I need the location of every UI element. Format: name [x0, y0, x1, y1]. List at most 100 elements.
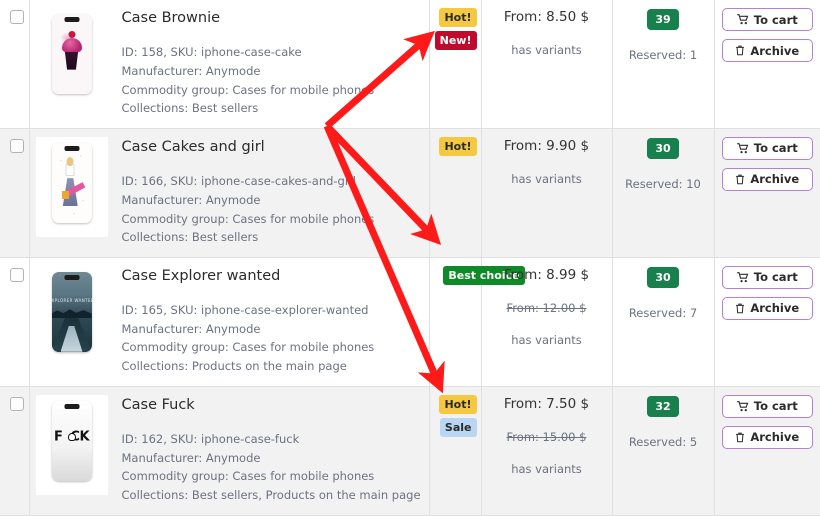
phone-case-image: [51, 14, 92, 94]
label-badge[interactable]: New!: [434, 31, 477, 50]
product-thumbnail[interactable]: F CK: [35, 394, 108, 495]
artwork-detail: [66, 157, 74, 167]
row-select-cell: [0, 0, 30, 129]
camera-icon: [64, 145, 79, 151]
current-price: From: 8.99 $: [503, 266, 590, 283]
product-id-sku: ID: 165, SKU: iphone-case-explorer-wante…: [121, 303, 369, 318]
stock-badge: 30: [647, 266, 679, 288]
product-title[interactable]: Case Cakes and girl: [122, 139, 425, 156]
reserved-count: Reserved: 7: [628, 305, 698, 320]
product-id-sku: ID: 162, SKU: iphone-case-fuck: [121, 432, 300, 447]
archive-button[interactable]: Archive: [721, 39, 813, 62]
reserved-count: Reserved: 10: [625, 176, 701, 191]
archive-button[interactable]: Archive: [721, 296, 813, 320]
product-thumbnail[interactable]: [35, 136, 108, 237]
product-artwork: F CK: [51, 400, 92, 481]
table-row: Case Cakes and girl ID: 166, SKU: iphone-…: [0, 128, 820, 258]
artwork-detail: EXPLORER WANTED: [51, 298, 92, 304]
cart-icon: [736, 400, 749, 411]
product-manufacturer: Manufacturer: Anymode: [121, 64, 261, 79]
product-commodity-group: Commodity group: Cases for mobile phones: [121, 469, 375, 484]
current-price: From: 8.50 $: [503, 9, 590, 25]
table-row: F CK Case Fuck ID: 162, SKU: iphone-case-f…: [0, 386, 820, 516]
label-badge[interactable]: Hot!: [439, 394, 477, 414]
reserved-count: Reserved: 5: [628, 434, 698, 449]
labels-cell: Best choice: [429, 257, 525, 387]
product-manufacturer: Manufacturer: Anymode: [121, 321, 261, 336]
archive-button[interactable]: Archive: [721, 167, 813, 191]
archive-label: Archive: [750, 301, 800, 316]
actions-cell: To cart Archive: [714, 0, 820, 129]
row-select-checkbox[interactable]: [10, 267, 24, 282]
row-select-cell: [0, 257, 30, 387]
artwork-detail: [67, 433, 76, 442]
variants-note: has variants: [511, 461, 582, 476]
trash-icon: [736, 432, 745, 442]
to-cart-label: To cart: [753, 12, 798, 27]
to-cart-button[interactable]: To cart: [721, 8, 813, 31]
product-info-cell: Case Brownie ID: 158, SKU: iphone-case-ca…: [29, 0, 430, 129]
stock-cell: 30 Reserved: 10: [612, 128, 715, 258]
table-row: EXPLORER WANTED Case Explorer wanted ID: 1…: [0, 257, 820, 387]
variants-note: has variants: [511, 332, 582, 347]
product-commodity-group: Commodity group: Cases for mobile phones: [121, 82, 375, 97]
to-cart-label: To cart: [753, 270, 798, 285]
checkbox-wrap: [0, 258, 29, 282]
product-list-table: Case Brownie ID: 158, SKU: iphone-case-ca…: [0, 0, 820, 516]
trash-icon: [736, 174, 745, 185]
stock-badge: 30: [647, 137, 679, 159]
product-title[interactable]: Case Brownie: [122, 10, 425, 27]
cart-icon: [736, 143, 749, 154]
archive-button[interactable]: Archive: [721, 425, 813, 449]
to-cart-button[interactable]: To cart: [721, 136, 813, 160]
cart-icon: [736, 14, 749, 25]
product-collections: Collections: Best sellers: [121, 230, 259, 245]
row-select-checkbox[interactable]: [10, 10, 24, 24]
to-cart-button[interactable]: To cart: [721, 265, 813, 289]
labels-cell: Hot!: [429, 128, 482, 258]
archive-label: Archive: [750, 172, 800, 187]
product-thumbnail[interactable]: EXPLORER WANTED: [35, 265, 108, 366]
to-cart-button[interactable]: To cart: [721, 394, 813, 418]
product-id-sku: ID: 166, SKU: iphone-case-cakes-and-girl: [121, 174, 356, 189]
actions-cell: To cart Archive: [714, 128, 820, 258]
stock-cell: 30 Reserved: 7: [612, 257, 715, 387]
table-row: Case Brownie ID: 158, SKU: iphone-case-ca…: [0, 0, 820, 129]
phone-case-image: F CK: [51, 400, 92, 481]
product-title[interactable]: Case Explorer wanted: [122, 268, 425, 285]
stock-badge: 32: [647, 395, 679, 417]
row-select-checkbox[interactable]: [10, 396, 24, 411]
product-artwork: [51, 142, 92, 223]
camera-icon: [64, 17, 79, 22]
archive-label: Archive: [750, 43, 800, 58]
product-info-cell: Case Cakes and girl ID: 166, SKU: iphone-…: [29, 128, 430, 258]
price-cell: From: 7.50 $ From: 15.00 $ has variants: [481, 386, 613, 516]
trash-icon: [736, 45, 745, 56]
cart-icon: [736, 271, 749, 282]
phone-case-image: [51, 142, 92, 223]
product-thumbnail[interactable]: [35, 8, 108, 108]
reserved-count: Reserved: 1: [628, 48, 698, 62]
checkbox-wrap: [0, 0, 29, 24]
stock-cell: 32 Reserved: 5: [612, 386, 715, 516]
label-badge[interactable]: Sale: [439, 417, 477, 437]
artwork-detail: [66, 182, 86, 196]
stock-badge: 39: [647, 9, 679, 30]
product-artwork: [51, 14, 92, 94]
camera-icon: [64, 403, 79, 409]
product-collections: Collections: Best sellers: [121, 101, 259, 116]
product-info-cell: F CK Case Fuck ID: 162, SKU: iphone-case-f…: [29, 386, 430, 516]
artwork-detail: [61, 190, 69, 199]
camera-icon: [64, 274, 79, 280]
label-badge[interactable]: Hot!: [439, 8, 477, 27]
row-select-cell: [0, 128, 30, 258]
to-cart-label: To cart: [753, 141, 798, 156]
stock-cell: 39 Reserved: 1: [612, 0, 715, 129]
row-select-checkbox[interactable]: [10, 138, 24, 153]
old-price: From: 12.00 $: [506, 300, 587, 315]
artwork-detail: [60, 325, 83, 352]
checkbox-wrap: [0, 387, 29, 411]
product-collections: Collections: Products on the main page: [121, 359, 347, 374]
label-badge[interactable]: Hot!: [439, 136, 477, 156]
product-title[interactable]: Case Fuck: [122, 397, 425, 414]
